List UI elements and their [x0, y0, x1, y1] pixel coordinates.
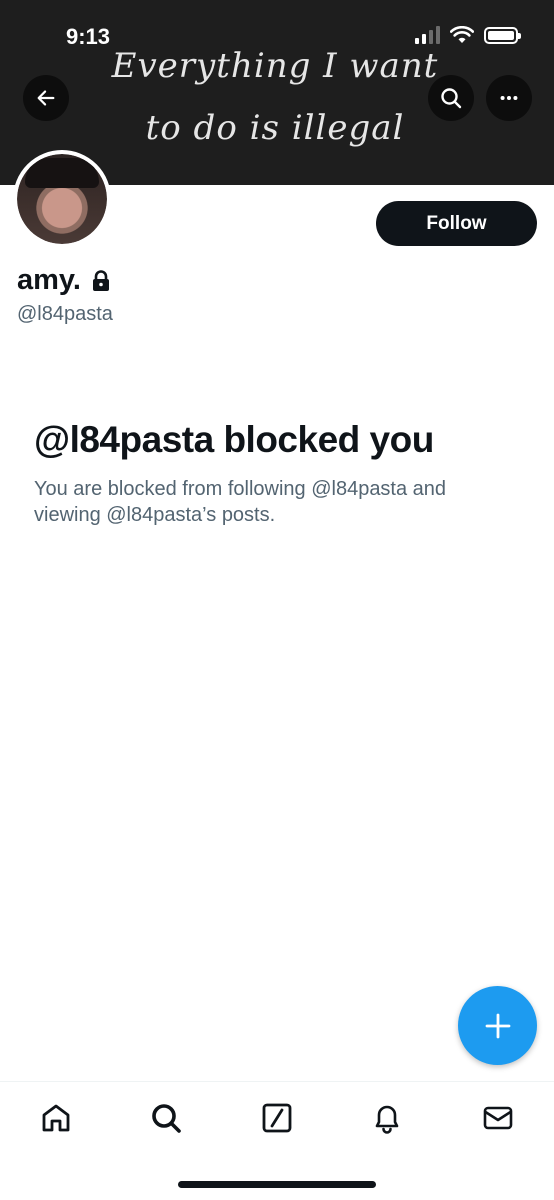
- search-button[interactable]: [428, 75, 474, 121]
- grok-icon: [262, 1103, 292, 1133]
- battery-icon: [484, 26, 521, 44]
- blocked-description: You are blocked from following @l84pasta…: [34, 478, 447, 526]
- display-name-text: amy.: [17, 264, 81, 296]
- home-icon: [42, 1104, 70, 1132]
- blocked-title: @l84pasta blocked you: [34, 419, 434, 460]
- more-button[interactable]: [486, 75, 532, 121]
- compose-fab-button[interactable]: [458, 986, 537, 1065]
- arrow-left-icon: [37, 90, 55, 106]
- tab-notifications[interactable]: [367, 1098, 407, 1138]
- home-indicator[interactable]: [178, 1181, 376, 1188]
- banner-text-line2: to do is illegal: [145, 108, 405, 148]
- tab-grok[interactable]: [257, 1098, 297, 1138]
- avatar-image: [17, 154, 107, 244]
- display-name: amy.: [17, 264, 111, 297]
- tab-home[interactable]: [36, 1098, 76, 1138]
- tab-search[interactable]: [146, 1098, 186, 1138]
- status-icons: [415, 26, 521, 44]
- signal-icon: [415, 26, 440, 44]
- banner-text-line1: Everything I want: [111, 46, 439, 86]
- search-icon: [441, 88, 462, 109]
- bell-icon: [375, 1105, 399, 1134]
- plus-icon: [485, 1013, 510, 1038]
- wifi-icon: [450, 26, 474, 43]
- tab-messages[interactable]: [478, 1098, 518, 1138]
- follow-button[interactable]: Follow: [376, 201, 537, 246]
- search-icon: [152, 1104, 181, 1133]
- lock-icon: [92, 269, 109, 291]
- avatar[interactable]: [13, 150, 111, 248]
- profile-handle: @l84pasta: [17, 303, 113, 325]
- more-icon: [500, 95, 518, 101]
- mail-icon: [483, 1106, 513, 1130]
- back-button[interactable]: [23, 75, 69, 121]
